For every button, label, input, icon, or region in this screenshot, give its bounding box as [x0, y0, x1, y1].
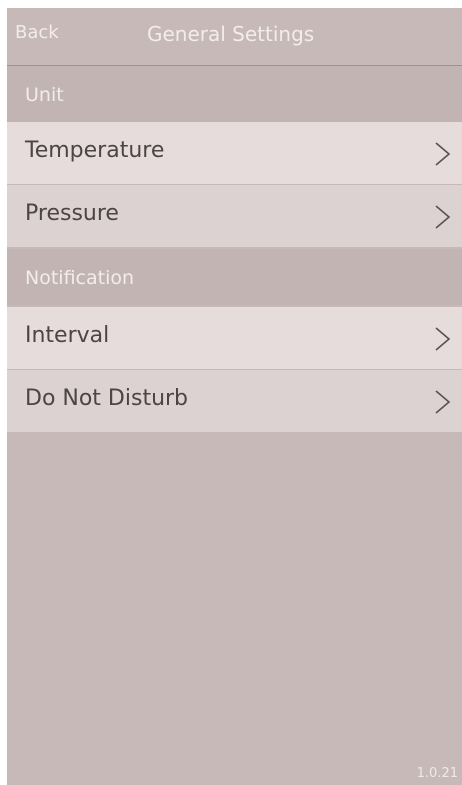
chevron-right-icon	[435, 142, 451, 166]
section-header-notification: Notification	[7, 249, 462, 305]
section-header-unit: Unit	[7, 66, 462, 122]
version-label: 1.0.21	[416, 766, 458, 781]
row-label-do-not-disturb: Do Not Disturb	[25, 386, 189, 411]
section-label-unit: Unit	[25, 84, 64, 106]
settings-row-interval[interactable]: Interval	[7, 307, 462, 369]
row-label-temperature: Temperature	[25, 138, 165, 163]
chevron-right-icon	[435, 327, 451, 351]
page-title: General Settings	[147, 22, 315, 46]
settings-row-pressure[interactable]: Pressure	[7, 185, 462, 247]
row-label-interval: Interval	[25, 323, 110, 348]
chevron-right-icon	[435, 205, 451, 229]
row-label-pressure: Pressure	[25, 201, 119, 226]
chevron-right-icon	[435, 390, 451, 414]
navigation-bar: Back General Settings	[7, 8, 462, 66]
settings-screen: Back General Settings Unit Temperature P…	[7, 8, 462, 785]
section-label-notification: Notification	[25, 267, 135, 289]
settings-row-do-not-disturb[interactable]: Do Not Disturb	[7, 370, 462, 432]
back-button[interactable]: Back	[15, 22, 59, 43]
settings-row-temperature[interactable]: Temperature	[7, 122, 462, 184]
